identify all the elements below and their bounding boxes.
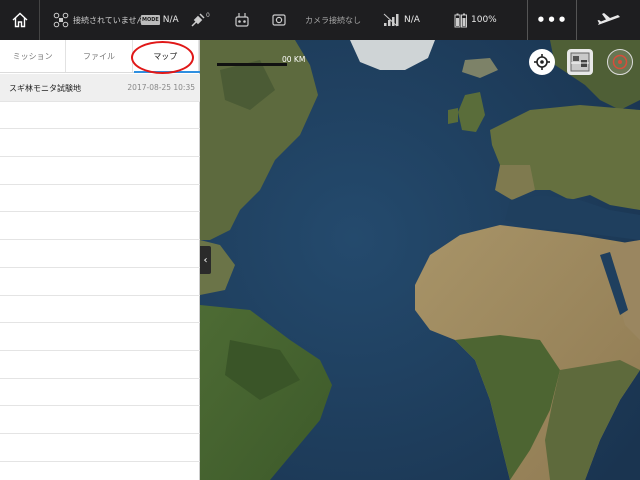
home-button[interactable] [0, 0, 40, 40]
empty-row [0, 102, 200, 130]
mission-list: スギ林モニタ試験地 2017-08-25 10:35 [0, 74, 200, 480]
chevron-left-icon: ‹ [203, 254, 208, 266]
mode-chip: MODE [141, 15, 160, 25]
compass-icon [612, 54, 628, 70]
crosshair-icon [534, 54, 550, 70]
camera-status[interactable] [272, 0, 286, 40]
satellite-count: 0 [206, 12, 210, 19]
highlight-circle-annotation [131, 41, 194, 74]
tab-missions[interactable]: ミッション [0, 40, 67, 72]
empty-row [0, 240, 200, 268]
mission-name: スギ林モニタ試験地 [9, 84, 81, 93]
empty-row [0, 268, 200, 296]
locate-button[interactable] [529, 49, 555, 75]
empty-row [0, 185, 200, 213]
empty-row [0, 129, 200, 158]
camera-icon [272, 14, 286, 26]
mission-date: 2017-08-25 10:35 [127, 83, 195, 92]
takeoff-button[interactable] [588, 0, 630, 40]
mode-value: N/A [162, 15, 179, 25]
home-icon [12, 12, 27, 28]
status-bar: 接続されていません MODE N/A 0 カメラ接続なし N/A 100% ••… [0, 0, 640, 40]
more-button[interactable]: ••• [527, 0, 577, 40]
flight-mode[interactable]: MODE N/A [141, 0, 179, 40]
empty-row [0, 406, 200, 435]
battery-icon [454, 13, 467, 28]
remote-status[interactable] [235, 0, 249, 40]
empty-row [0, 434, 200, 462]
empty-row [0, 213, 200, 241]
signal-status[interactable]: N/A [383, 0, 420, 40]
empty-row [0, 351, 200, 379]
empty-row [0, 323, 200, 351]
battery-value: 100% [471, 15, 497, 25]
connection-label: 接続されていません [73, 15, 145, 25]
drone-icon [53, 12, 69, 28]
list-item[interactable]: スギ林モニタ試験地 2017-08-25 10:35 [0, 74, 200, 102]
map-layer-icon [570, 52, 590, 72]
camera-label-cell: カメラ接続なし [305, 0, 361, 40]
empty-row [0, 296, 200, 324]
signal-bars-icon [383, 13, 399, 27]
satellite-icon [191, 13, 205, 27]
camera-label: カメラ接続なし [305, 15, 361, 25]
map-scale-bar [217, 63, 287, 66]
connection-status[interactable]: 接続されていません [53, 0, 145, 40]
remote-controller-icon [235, 13, 249, 27]
collapse-panel-handle[interactable]: ‹ [200, 246, 211, 274]
empty-row [0, 157, 200, 185]
tab-files[interactable]: ファイル [66, 40, 133, 72]
airplane-icon [597, 13, 620, 25]
gps-status[interactable]: 0 [190, 0, 210, 40]
battery-status[interactable]: 100% [454, 0, 497, 40]
map-imagery [200, 40, 640, 480]
map-scale-label: 00 KM [282, 55, 306, 64]
map-layer-button[interactable] [567, 49, 593, 75]
satellite-map[interactable] [200, 40, 640, 480]
empty-row [0, 379, 200, 407]
compass-button[interactable] [607, 49, 633, 75]
signal-value: N/A [404, 15, 420, 25]
